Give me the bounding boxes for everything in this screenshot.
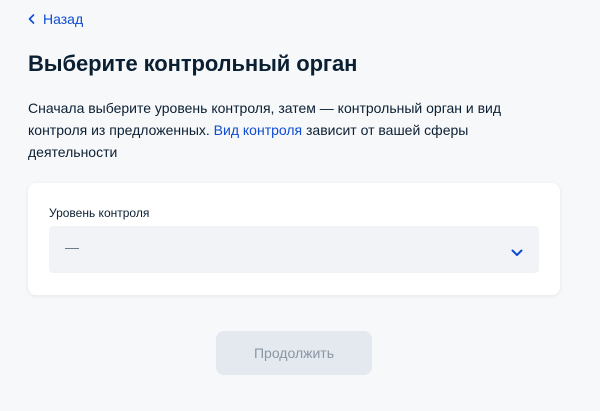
continue-button[interactable]: Продолжить: [216, 331, 372, 375]
chevron-left-icon: [28, 14, 35, 24]
page-title: Выберите контрольный орган: [28, 51, 358, 76]
back-link[interactable]: Назад: [28, 11, 83, 27]
control-level-value: —: [65, 239, 79, 255]
control-level-label: Уровень контроля: [49, 206, 150, 220]
back-label: Назад: [43, 11, 84, 27]
chevron-down-icon: [511, 244, 523, 262]
control-selection-card: Уровень контроля —: [28, 183, 560, 295]
control-level-select[interactable]: —: [49, 226, 539, 273]
intro-text: Сначала выберите уровень контроля, затем…: [28, 97, 548, 163]
control-type-link[interactable]: Вид контроля: [214, 122, 302, 138]
